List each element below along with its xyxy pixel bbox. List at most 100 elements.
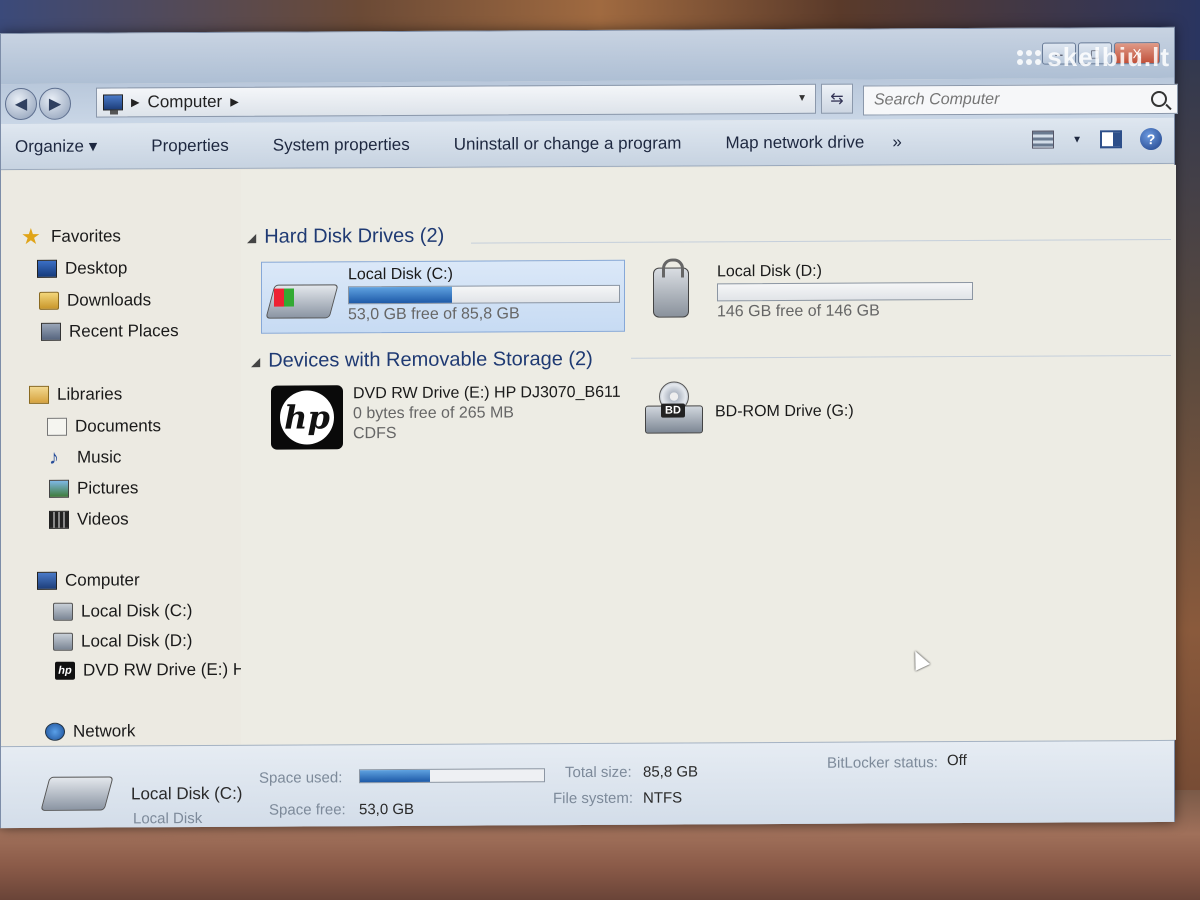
- nav-recent-label: Recent Places: [69, 321, 179, 341]
- view-dropdown-icon[interactable]: ▼: [1072, 134, 1082, 145]
- preview-pane-icon[interactable]: [1100, 130, 1122, 149]
- drive-d-free: 146 GB free of 146 GB: [717, 302, 880, 321]
- collapse-icon: ◢: [247, 230, 257, 245]
- group-divider: [631, 354, 1171, 359]
- nav-libraries[interactable]: Libraries: [29, 384, 122, 404]
- details-space-used-label: Space used:: [259, 769, 343, 787]
- hard-disk-icon: [40, 776, 114, 811]
- pictures-icon: [49, 479, 69, 498]
- drive-c-usage-bar: [348, 284, 620, 305]
- documents-icon: [47, 417, 67, 436]
- drive-e-tile[interactable]: hp DVD RW Drive (E:) HP DJ3070_B611 0 by…: [267, 380, 627, 456]
- group-removable[interactable]: ◢ Devices with Removable Storage (2): [251, 348, 593, 373]
- hp-logo-icon: hp: [271, 385, 343, 450]
- details-drive-type: Local Disk: [133, 810, 203, 828]
- network-icon: [45, 722, 65, 741]
- details-file-system-label: File system:: [553, 789, 634, 808]
- search-input[interactable]: [874, 90, 1134, 110]
- uninstall-program-button[interactable]: Uninstall or change a program: [424, 133, 696, 154]
- music-icon: ♪: [49, 446, 59, 469]
- nav-drive-e[interactable]: hp DVD RW Drive (E:) H: [55, 660, 245, 681]
- address-row: ◀ ▶ ▸ Computer ▸ ▼ ⇆: [1, 77, 1178, 125]
- nav-drive-d[interactable]: Local Disk (D:): [53, 631, 192, 652]
- details-usage-bar: [359, 768, 545, 784]
- locked-drive-icon: [635, 263, 707, 321]
- map-network-drive-button[interactable]: Map network drive: [695, 132, 878, 153]
- nav-recent-places[interactable]: Recent Places: [41, 321, 179, 342]
- drive-c-tile[interactable]: Local Disk (C:) 53,0 GB free of 85,8 GB: [261, 259, 625, 334]
- details-bitlocker-value: Off: [947, 752, 967, 770]
- nav-libraries-label: Libraries: [57, 384, 123, 404]
- nav-drive-c[interactable]: Local Disk (C:): [53, 601, 192, 622]
- drive-c-free: 53,0 GB free of 85,8 GB: [348, 305, 520, 324]
- organize-menu[interactable]: Organize ▾: [1, 136, 111, 157]
- drive-d-tile[interactable]: Local Disk (D:) 146 GB free of 146 GB: [631, 258, 991, 332]
- computer-icon: [103, 94, 123, 111]
- nav-desktop-label: Desktop: [65, 258, 128, 278]
- content-pane: ◢ Hard Disk Drives (2) Local Disk (C:) 5…: [241, 164, 1176, 745]
- search-icon[interactable]: [1151, 90, 1167, 108]
- nav-network-label: Network: [73, 721, 136, 741]
- nav-downloads-label: Downloads: [67, 290, 152, 310]
- nav-drive-e-label: DVD RW Drive (E:) H: [83, 659, 246, 680]
- title-bar[interactable]: – □ X: [1, 27, 1174, 85]
- help-icon[interactable]: ?: [1140, 127, 1162, 151]
- collapse-icon: ◢: [251, 354, 261, 369]
- refresh-button[interactable]: ⇆: [821, 83, 853, 114]
- nav-pictures[interactable]: Pictures: [49, 478, 138, 498]
- details-total-size-value: 85,8 GB: [643, 763, 699, 781]
- address-bar[interactable]: ▸ Computer ▸ ▼: [96, 83, 816, 118]
- videos-icon: [49, 510, 69, 529]
- group-hard-disks[interactable]: ◢ Hard Disk Drives (2): [247, 225, 444, 249]
- nav-favorites-label: Favorites: [51, 226, 121, 246]
- drive-c-name: Local Disk (C:): [348, 265, 453, 284]
- system-properties-button[interactable]: System properties: [243, 134, 424, 155]
- nav-music[interactable]: ♪ Music: [49, 446, 121, 469]
- drive-d-usage-bar: [717, 281, 973, 302]
- nav-documents-label: Documents: [75, 416, 161, 436]
- bd-rom-icon: BD: [641, 381, 705, 439]
- group-divider: [471, 238, 1171, 244]
- watermark-text: skelbiu.lt: [1047, 42, 1170, 72]
- recent-places-icon: [41, 322, 61, 341]
- refresh-icon: ⇆: [830, 90, 844, 108]
- command-bar: Organize ▾ Properties System properties …: [1, 117, 1174, 171]
- forward-button[interactable]: ▶: [39, 87, 71, 120]
- address-dropdown-icon[interactable]: ▼: [797, 93, 807, 104]
- breadcrumb-separator[interactable]: ▸: [131, 92, 140, 112]
- details-bitlocker-label: BitLocker status:: [827, 754, 938, 772]
- change-view-icon[interactable]: [1032, 130, 1055, 149]
- details-space-free-label: Space free:: [269, 801, 346, 819]
- nav-downloads[interactable]: Downloads: [39, 290, 151, 311]
- watermark-logo: skelbiu.lt: [1017, 42, 1170, 73]
- nav-drive-c-label: Local Disk (C:): [81, 601, 193, 621]
- drive-g-tile[interactable]: BD BD-ROM Drive (G:): [637, 376, 937, 442]
- nav-documents[interactable]: Documents: [47, 416, 161, 437]
- windows-drive-icon: [265, 266, 339, 324]
- details-pane: Local Disk (C:) Local Disk Space used: S…: [1, 739, 1174, 829]
- breadcrumb-computer[interactable]: Computer: [148, 92, 223, 112]
- group-removable-label: Devices with Removable Storage (2): [268, 347, 593, 372]
- nav-computer-label: Computer: [65, 570, 140, 590]
- breadcrumb-separator-end[interactable]: ▸: [230, 92, 239, 112]
- star-icon: ★: [21, 223, 41, 249]
- nav-network[interactable]: Network: [45, 721, 135, 741]
- nav-computer[interactable]: Computer: [37, 570, 140, 591]
- navigation-pane: ★ Favorites Desktop Downloads Recent Pla…: [1, 169, 245, 747]
- hard-disk-icon: [53, 602, 73, 621]
- forward-arrow-icon: ▶: [48, 95, 62, 113]
- libraries-icon: [29, 385, 49, 404]
- back-button[interactable]: ◀: [5, 87, 37, 121]
- hp-icon: hp: [55, 661, 75, 680]
- nav-videos[interactable]: Videos: [49, 509, 129, 529]
- nav-favorites[interactable]: ★ Favorites: [21, 223, 121, 249]
- downloads-folder-icon: [39, 291, 59, 310]
- search-box: [863, 83, 1178, 116]
- details-file-system-value: NTFS: [643, 789, 683, 807]
- nav-videos-label: Videos: [77, 509, 129, 529]
- nav-desktop[interactable]: Desktop: [37, 258, 127, 278]
- details-total-size-label: Total size:: [565, 763, 632, 782]
- properties-button[interactable]: Properties: [111, 135, 242, 156]
- more-commands-button[interactable]: »: [878, 132, 915, 152]
- details-space-free-value: 53,0 GB: [359, 800, 415, 819]
